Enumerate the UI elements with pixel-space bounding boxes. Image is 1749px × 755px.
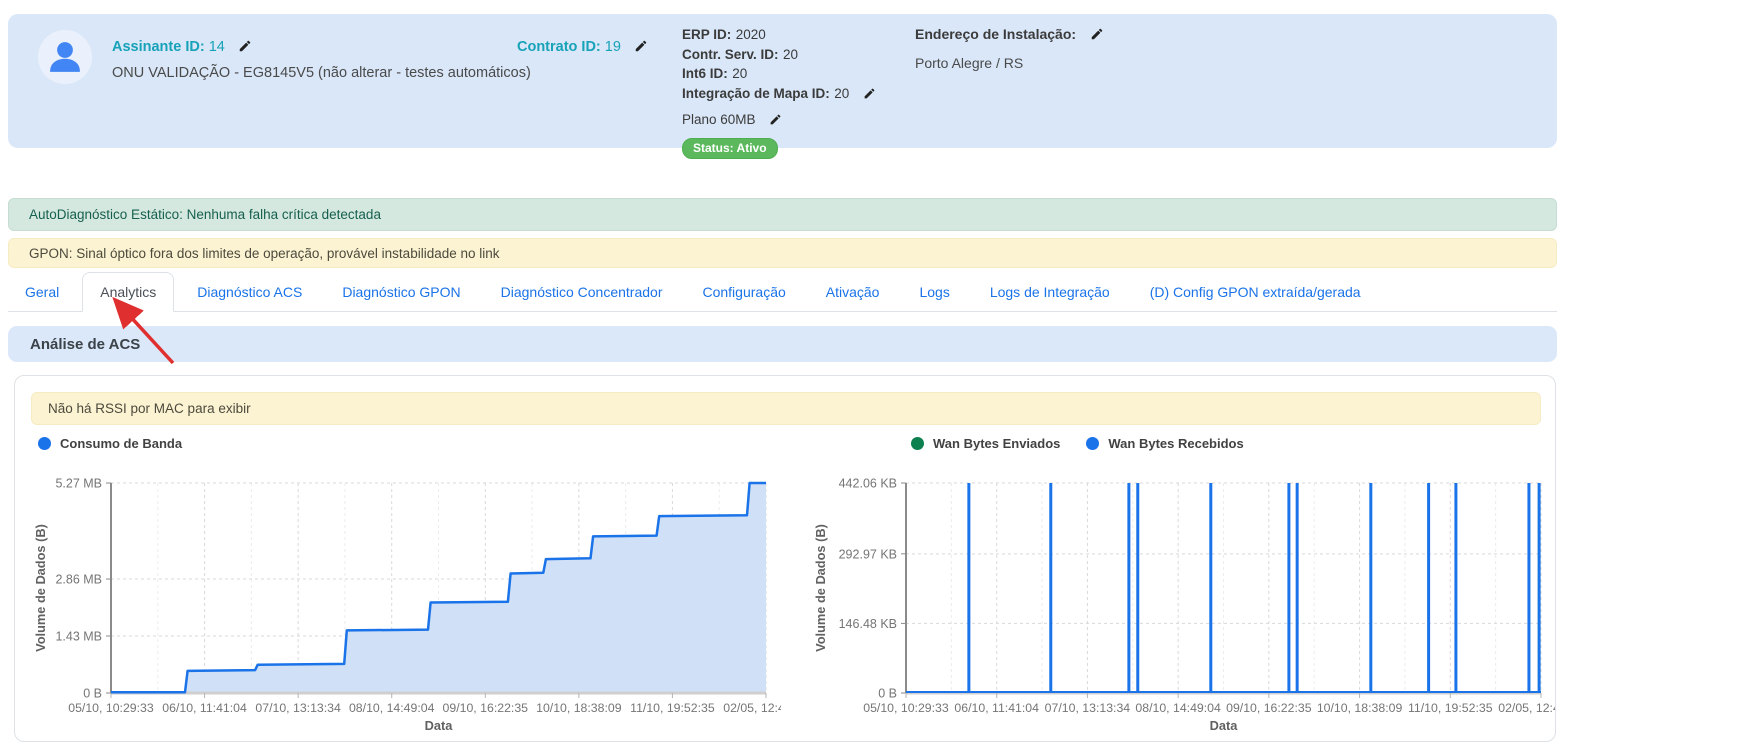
tab-ativa-o[interactable]: Ativação	[809, 272, 897, 311]
svg-text:10/10, 18:38:09: 10/10, 18:38:09	[536, 701, 622, 715]
pencil-icon	[769, 113, 782, 126]
svg-text:06/10, 11:41:04: 06/10, 11:41:04	[954, 701, 1039, 715]
plano-label: Plano 60MB	[682, 112, 756, 127]
edit-endereco-button[interactable]	[1090, 27, 1104, 47]
wan-bytes-chart: 0 B 146.48 KB 292.97 KB 442.06 KB 05/10, 10:…	[811, 454, 1555, 734]
legend-label: Wan Bytes Enviados	[933, 436, 1060, 451]
svg-text:2.86 MB: 2.86 MB	[55, 573, 102, 587]
legend-item-wan-bytes-recebidos: Wan Bytes Recebidos	[1086, 436, 1243, 451]
contr-serv-id-value: 20	[783, 47, 798, 62]
svg-text:0 B: 0 B	[878, 687, 897, 701]
tab-diagn-stico-concentrador[interactable]: Diagnóstico Concentrador	[484, 272, 680, 311]
gpon-alert-text: GPON: Sinal óptico fora dos limites de o…	[29, 246, 500, 261]
svg-text:11/10, 19:52:35: 11/10, 19:52:35	[1408, 701, 1493, 715]
tab-d-config-gpon-extra-da-gerada[interactable]: (D) Config GPON extraída/gerada	[1133, 272, 1378, 311]
erp-id-label: ERP ID:	[682, 27, 731, 42]
svg-text:07/10, 13:13:34: 07/10, 13:13:34	[1045, 701, 1131, 715]
pencil-icon	[238, 39, 252, 53]
edit-plano-button[interactable]	[769, 112, 782, 132]
section-header: Análise de ACS	[8, 326, 1557, 362]
svg-text:292.97 KB: 292.97 KB	[839, 547, 897, 561]
svg-text:Volume de Dados (B): Volume de Dados (B)	[813, 524, 828, 652]
svg-text:11/10, 19:52:35: 11/10, 19:52:35	[630, 701, 715, 715]
subscriber-name: ONU VALIDAÇÃO - EG8145V5 (não alterar - …	[112, 65, 531, 81]
svg-text:02/05, 12:47:10: 02/05, 12:47:10	[1498, 701, 1555, 715]
chart-legend: Wan Bytes Enviados Wan Bytes Recebidos	[811, 434, 1555, 452]
tab-diagn-stico-acs[interactable]: Diagnóstico ACS	[180, 272, 319, 311]
svg-text:Data: Data	[425, 718, 454, 733]
pencil-icon	[634, 39, 648, 53]
edit-assinante-button[interactable]	[238, 39, 252, 57]
tab-bar: GeralAnalyticsDiagnóstico ACSDiagnóstico…	[8, 272, 1557, 312]
svg-text:Volume de Dados (B): Volume de Dados (B)	[33, 524, 48, 652]
contrato-id-label: Contrato ID:	[517, 39, 601, 55]
svg-text:442.06 KB: 442.06 KB	[839, 477, 897, 491]
legend-item-wan-bytes-enviados: Wan Bytes Enviados	[911, 436, 1060, 451]
chart-wan-bytes: Wan Bytes Enviados Wan Bytes Recebidos 0 …	[811, 434, 1555, 734]
edit-contrato-button[interactable]	[634, 39, 648, 57]
svg-text:08/10, 14:49:04: 08/10, 14:49:04	[349, 701, 435, 715]
int6-id-value: 20	[732, 66, 747, 81]
edit-mapa-button[interactable]	[863, 86, 876, 106]
contr-serv-id-label: Contr. Serv. ID:	[682, 47, 779, 62]
int6-id-label: Int6 ID:	[682, 66, 728, 81]
autodiagnostico-alert: AutoDiagnóstico Estático: Nenhuma falha …	[8, 198, 1557, 231]
endereco-label: Endereço de Instalação:	[915, 26, 1076, 42]
mapa-id-label: Integração de Mapa ID:	[682, 86, 830, 101]
svg-text:05/10, 10:29:33: 05/10, 10:29:33	[863, 701, 949, 715]
pencil-icon	[1090, 27, 1104, 41]
svg-text:09/10, 16:22:35: 09/10, 16:22:35	[443, 701, 529, 715]
svg-text:06/10, 11:41:04: 06/10, 11:41:04	[162, 701, 247, 715]
tab-configura-o[interactable]: Configuração	[685, 272, 802, 311]
pencil-icon	[863, 87, 876, 100]
status-badge: Status: Ativo	[682, 138, 778, 159]
svg-text:07/10, 13:13:34: 07/10, 13:13:34	[255, 701, 341, 715]
autodiagnostico-alert-text: AutoDiagnóstico Estático: Nenhuma falha …	[29, 207, 381, 222]
endereco-value: Porto Alegre / RS	[915, 55, 1104, 71]
legend-dot	[1086, 437, 1099, 450]
analytics-card: Não há RSSI por MAC para exibir Consumo …	[14, 375, 1556, 742]
rssi-alert: Não há RSSI por MAC para exibir	[31, 392, 1541, 425]
subscriber-header-card: Assinante ID: 14 ONU VALIDAÇÃO - EG8145V…	[8, 14, 1557, 148]
svg-text:1.43 MB: 1.43 MB	[55, 630, 102, 644]
consumo-de-banda-chart: 0 B 1.43 MB 2.86 MB 5.27 MB 05/10, 10:29:33 0…	[31, 454, 781, 734]
svg-text:09/10, 16:22:35: 09/10, 16:22:35	[1226, 701, 1312, 715]
mapa-id-value: 20	[834, 86, 849, 101]
tab-logs-de-integra-o[interactable]: Logs de Integração	[973, 272, 1127, 311]
legend-dot	[911, 437, 924, 450]
avatar	[38, 30, 92, 84]
tab-geral[interactable]: Geral	[8, 272, 76, 311]
svg-text:02/05, 12:47:10: 02/05, 12:47:10	[723, 701, 781, 715]
assinante-id-value: 14	[209, 39, 225, 55]
chart-consumo-de-banda: Consumo de Banda 0 B 1.43 MB 2.86 MB 5.27 M…	[31, 434, 781, 734]
assinante-id-label: Assinante ID:	[112, 39, 205, 55]
gpon-alert: GPON: Sinal óptico fora dos limites de o…	[8, 238, 1557, 268]
chart-legend: Consumo de Banda	[31, 434, 781, 452]
svg-text:10/10, 18:38:09: 10/10, 18:38:09	[1317, 701, 1403, 715]
section-title: Análise de ACS	[30, 336, 140, 353]
person-icon	[44, 36, 86, 78]
svg-text:08/10, 14:49:04: 08/10, 14:49:04	[1135, 701, 1221, 715]
legend-label: Consumo de Banda	[60, 436, 182, 451]
tab-logs[interactable]: Logs	[902, 272, 966, 311]
legend-item-consumo-de-banda: Consumo de Banda	[38, 436, 182, 451]
svg-text:5.27 MB: 5.27 MB	[55, 477, 102, 491]
svg-text:146.48 KB: 146.48 KB	[839, 617, 897, 631]
tab-diagn-stico-gpon[interactable]: Diagnóstico GPON	[325, 272, 477, 311]
svg-text:Data: Data	[1210, 718, 1239, 733]
legend-label: Wan Bytes Recebidos	[1108, 436, 1243, 451]
svg-text:05/10, 10:29:33: 05/10, 10:29:33	[68, 701, 154, 715]
rssi-alert-text: Não há RSSI por MAC para exibir	[48, 401, 251, 416]
tab-analytics[interactable]: Analytics	[82, 272, 174, 312]
contrato-id-value: 19	[605, 39, 621, 55]
svg-text:0 B: 0 B	[83, 687, 102, 701]
erp-id-value: 2020	[736, 27, 766, 42]
legend-dot	[38, 437, 51, 450]
